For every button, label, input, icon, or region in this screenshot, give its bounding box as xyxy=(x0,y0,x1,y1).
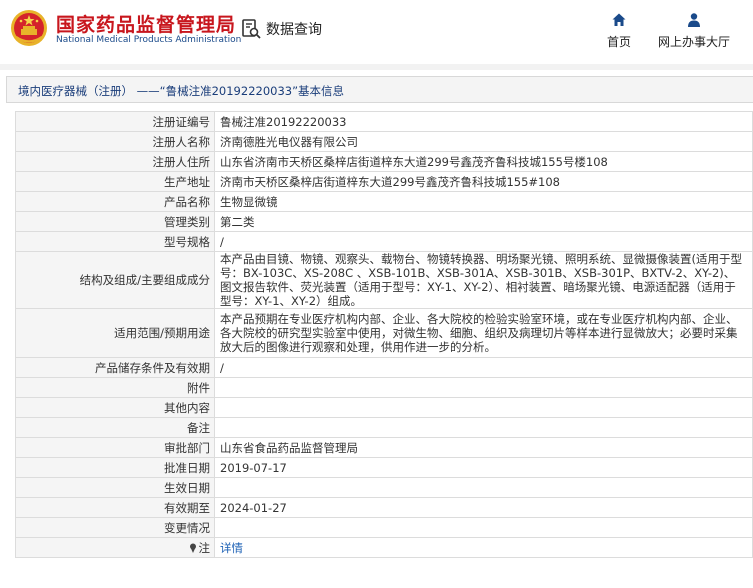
site-header: 国家药品监督管理局 National Medical Products Admi… xyxy=(0,0,753,62)
field-label: 审批部门 xyxy=(15,437,215,458)
field-label: 结构及组成/主要组成成分 xyxy=(15,251,215,309)
field-label: 型号规格 xyxy=(15,231,215,252)
field-value xyxy=(214,517,753,538)
field-label: 其他内容 xyxy=(15,397,215,418)
table-row: 生效日期 xyxy=(15,477,753,498)
table-row: 注 详情 xyxy=(15,537,753,558)
table-row: 生产地址 济南市天桥区桑梓店街道梓东大道299号鑫茂齐鲁科技城155#108 xyxy=(15,171,753,192)
field-value: / xyxy=(214,357,753,378)
table-row: 产品储存条件及有效期 / xyxy=(15,357,753,378)
field-value: / xyxy=(214,231,753,252)
table-row: 产品名称 生物显微镜 xyxy=(15,191,753,212)
field-label: 生产地址 xyxy=(15,171,215,192)
field-value: 鲁械注准20192220033 xyxy=(214,111,753,132)
table-row: 变更情况 xyxy=(15,517,753,538)
note-label-cell: 注 xyxy=(15,537,215,558)
table-row: 审批部门 山东省食品药品监督管理局 xyxy=(15,437,753,458)
nav-online-office[interactable]: 网上办事大厅 xyxy=(656,12,732,50)
nav-home[interactable]: 首页 xyxy=(604,12,634,50)
field-value: 第二类 xyxy=(214,211,753,232)
site-name-cn[interactable]: 国家药品监督管理局 xyxy=(56,10,236,37)
table-row: 型号规格 / xyxy=(15,231,753,252)
nav-online-office-label: 网上办事大厅 xyxy=(657,35,730,49)
pin-icon xyxy=(189,543,196,553)
table-row: 结构及组成/主要组成成分 本产品由目镜、物镜、观察头、载物台、物镜转换器、明场聚… xyxy=(15,251,753,309)
field-label: 生效日期 xyxy=(15,477,215,498)
field-label: 备注 xyxy=(15,417,215,438)
field-value: 本产品由目镜、物镜、观察头、载物台、物镜转换器、明场聚光镜、照明系统、显微摄像装… xyxy=(214,251,753,309)
nav-home-label: 首页 xyxy=(606,35,631,49)
table-row: 批准日期 2019-07-17 xyxy=(15,457,753,478)
table-row: 注册证编号 鲁械注准20192220033 xyxy=(15,111,753,132)
details-link[interactable]: 详情 xyxy=(220,541,243,555)
document-search-icon xyxy=(242,19,261,39)
field-value: 济南德胜光电仪器有限公司 xyxy=(214,131,753,152)
table-row: 注册人名称 济南德胜光电仪器有限公司 xyxy=(15,131,753,152)
field-label: 管理类别 xyxy=(15,211,215,232)
field-value xyxy=(214,417,753,438)
field-value xyxy=(214,397,753,418)
field-label: 注册人名称 xyxy=(15,131,215,152)
field-label: 附件 xyxy=(15,377,215,398)
device-info-table: 注册证编号 鲁械注准20192220033 注册人名称 济南德胜光电仪器有限公司… xyxy=(15,111,753,558)
field-value: 本产品预期在专业医疗机构内部、企业、各大院校的检验实验室环境，或在专业医疗机构内… xyxy=(214,308,753,358)
field-label: 变更情况 xyxy=(15,517,215,538)
data-query-link[interactable]: 数据查询 xyxy=(240,17,322,41)
field-label: 有效期至 xyxy=(15,497,215,518)
field-value: 2024-01-27 xyxy=(214,497,753,518)
field-label: 产品储存条件及有效期 xyxy=(15,357,215,378)
breadcrumb: 境内医疗器械（注册） ——“鲁械注准20192220033”基本信息 xyxy=(6,76,753,103)
table-row: 管理类别 第二类 xyxy=(15,211,753,232)
field-value: 生物显微镜 xyxy=(214,191,753,212)
home-icon xyxy=(612,13,626,26)
table-row: 其他内容 xyxy=(15,397,753,418)
field-label: 产品名称 xyxy=(15,191,215,212)
table-row: 注册人住所 山东省济南市天桥区桑梓店街道梓东大道299号鑫茂齐鲁科技城155号楼… xyxy=(15,151,753,172)
national-emblem-icon[interactable] xyxy=(10,9,48,47)
field-label: 批准日期 xyxy=(15,457,215,478)
user-icon xyxy=(688,13,700,27)
field-value: 2019-07-17 xyxy=(214,457,753,478)
field-value: 山东省济南市天桥区桑梓店街道梓东大道299号鑫茂齐鲁科技城155号楼108 xyxy=(214,151,753,172)
field-label: 适用范围/预期用途 xyxy=(15,308,215,358)
field-value: 济南市天桥区桑梓店街道梓东大道299号鑫茂齐鲁科技城155#108 xyxy=(214,171,753,192)
field-value xyxy=(214,377,753,398)
field-value: 山东省食品药品监督管理局 xyxy=(214,437,753,458)
field-label: 注册证编号 xyxy=(15,111,215,132)
field-label: 注册人住所 xyxy=(15,151,215,172)
field-value-cell: 详情 xyxy=(214,537,753,558)
breadcrumb-title: 境内医疗器械（注册） ——“鲁械注准20192220033”基本信息 xyxy=(18,84,345,98)
table-row: 适用范围/预期用途 本产品预期在专业医疗机构内部、企业、各大院校的检验实验室环境… xyxy=(15,308,753,358)
site-name-en[interactable]: National Medical Products Administration xyxy=(56,35,241,45)
table-row: 有效期至 2024-01-27 xyxy=(15,497,753,518)
field-value xyxy=(214,477,753,498)
header-divider xyxy=(0,64,753,70)
data-query-label: 数据查询 xyxy=(266,22,322,38)
table-row: 附件 xyxy=(15,377,753,398)
table-row: 备注 xyxy=(15,417,753,438)
field-label: 注 xyxy=(198,540,211,555)
